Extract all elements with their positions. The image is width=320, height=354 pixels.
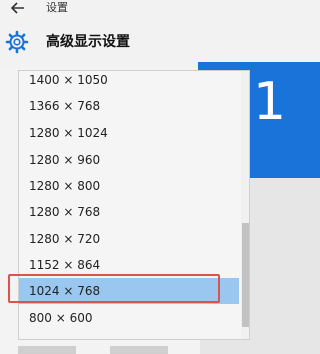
back-button[interactable] [6,0,30,16]
resolution-option[interactable]: 800 × 600 [19,305,239,331]
scrollbar-thumb[interactable] [242,223,249,327]
page-title: 高级显示设置 [46,34,130,50]
resolution-option[interactable]: 1280 × 720 [19,226,239,252]
resolution-option[interactable]: 1280 × 800 [19,173,239,199]
selection-highlight-annotation [8,274,220,303]
apply-button-partial[interactable] [18,346,76,354]
resolution-option[interactable]: 1280 × 960 [19,147,239,173]
resolution-option[interactable]: 1366 × 768 [19,93,239,119]
resolution-option[interactable]: 1280 × 768 [19,199,239,225]
header: 设置 高级显示设置 [0,0,320,68]
gear-icon [5,30,29,54]
dropdown-scrollbar[interactable] [241,71,249,339]
monitor-number: 1 [253,72,287,132]
resolution-option[interactable]: 1280 × 1024 [19,120,239,146]
cancel-button-partial[interactable] [110,346,168,354]
app-title: 设置 [46,1,68,14]
resolution-option[interactable]: 1400 × 1050 [19,71,239,93]
back-arrow-icon [11,2,24,14]
